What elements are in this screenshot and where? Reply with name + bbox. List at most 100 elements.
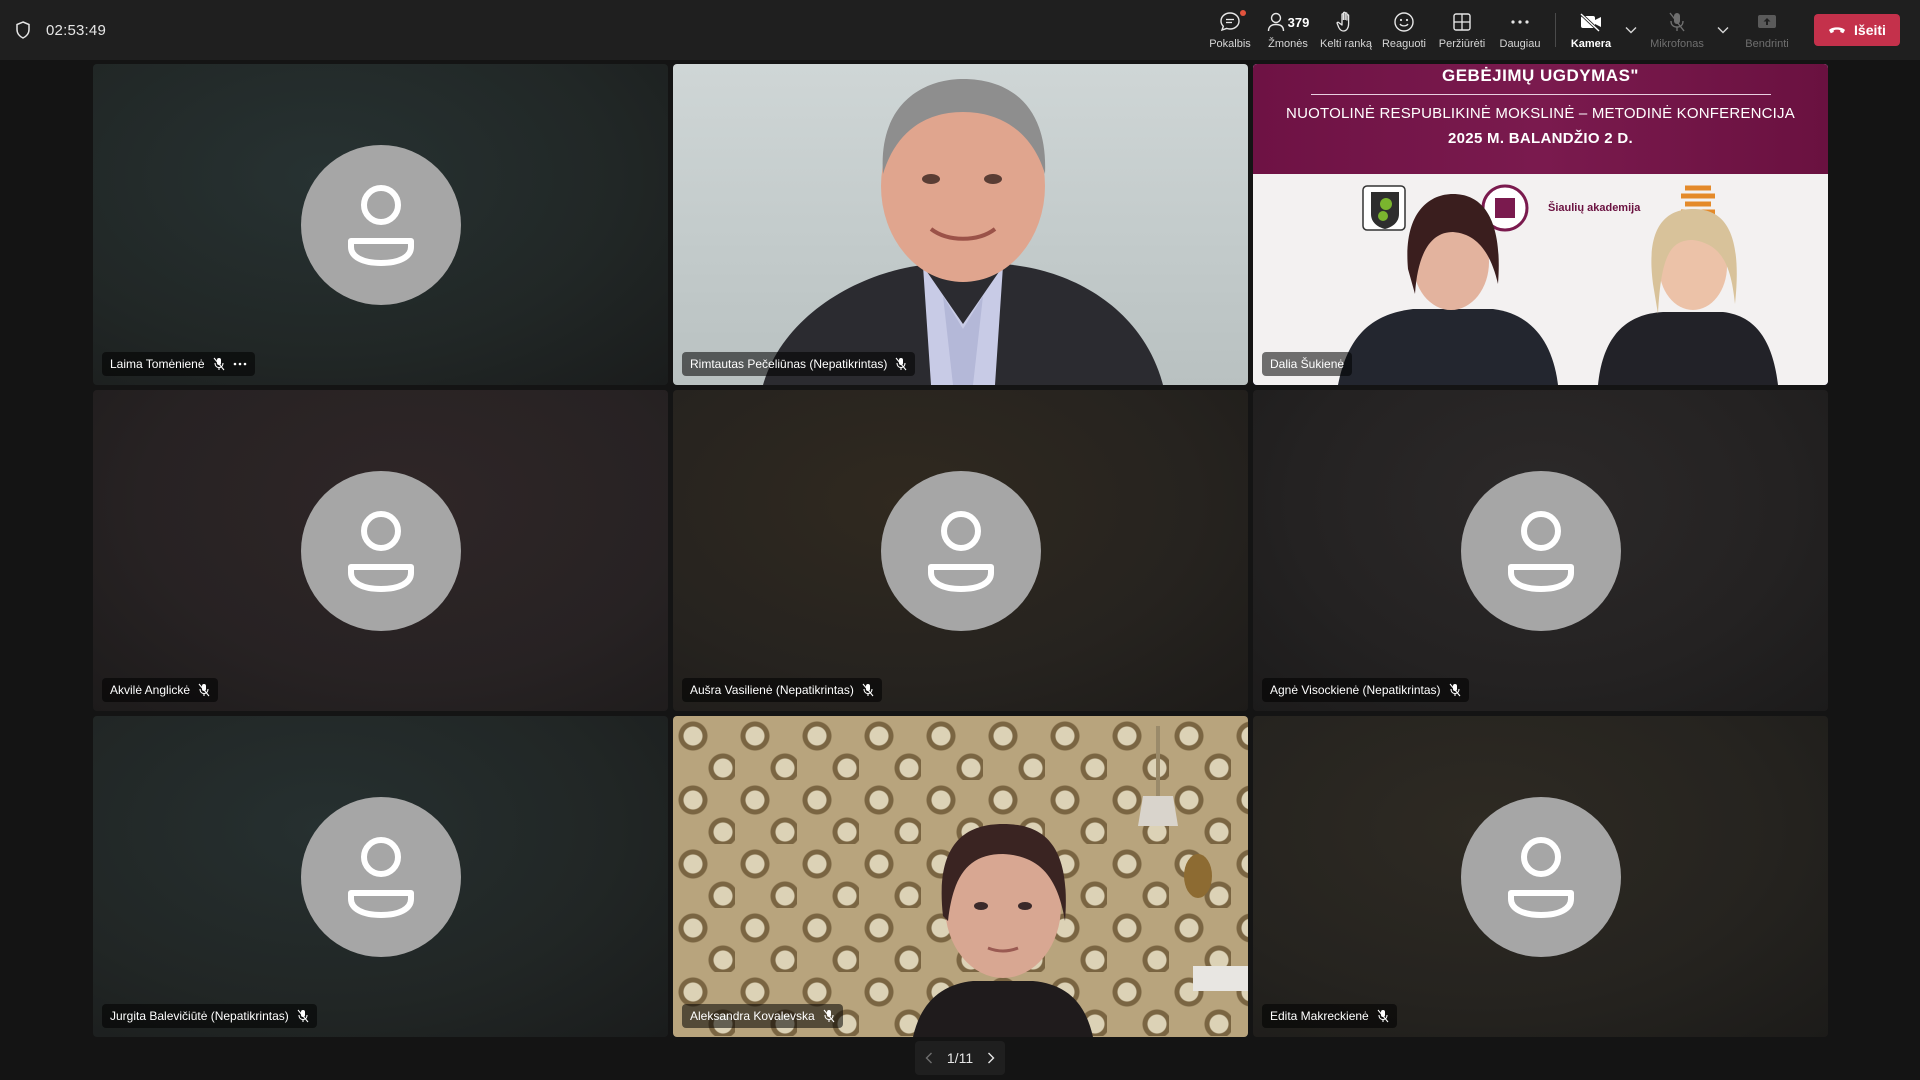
participant-tile[interactable]: Laima Tomėnienė <box>93 64 668 385</box>
person-icon <box>927 510 994 592</box>
slide-header: GEBĖJIMŲ UGDYMAS" NUOTOLINĖ RESPUBLIKINĖ… <box>1253 64 1828 174</box>
participant-tile[interactable]: Aušra Vasilienė (Nepatikrintas) <box>673 390 1248 711</box>
gallery-pager: 1/11 <box>915 1041 1005 1075</box>
share-button[interactable]: Bendrinti <box>1734 0 1800 60</box>
participant-nametag: Edita Makreckienė <box>1262 1004 1397 1028</box>
avatar <box>880 470 1041 631</box>
participant-nametag: Jurgita Balevičiūtė (Nepatikrintas) <box>102 1004 317 1028</box>
more-options-icon[interactable] <box>233 362 247 366</box>
participant-video <box>673 716 1248 1037</box>
next-page-button[interactable] <box>987 1052 995 1064</box>
chevron-right-icon <box>988 1052 995 1064</box>
mic-muted-icon <box>895 357 907 371</box>
more-button[interactable]: Daugiau <box>1491 0 1549 60</box>
slide-title: GEBĖJIMŲ UGDYMAS" <box>1442 66 1639 85</box>
slide-logo-text: Šiaulių akademija <box>1548 202 1641 214</box>
chevron-left-icon <box>925 1052 932 1064</box>
mic-options-chevron[interactable] <box>1712 0 1734 60</box>
participant-video: GEBĖJIMŲ UGDYMAS" NUOTOLINĖ RESPUBLIKINĖ… <box>1253 64 1828 385</box>
participant-tile[interactable]: Aleksandra Kovalevska <box>673 716 1248 1037</box>
camera-button[interactable]: Kamera <box>1562 0 1620 60</box>
school-logo-icon <box>1362 185 1406 231</box>
slide-date: 2025 M. BALANDŽIO 2 D. <box>1448 130 1633 147</box>
chat-icon <box>1219 10 1241 34</box>
camera-options-chevron[interactable] <box>1620 0 1642 60</box>
chevron-down-icon <box>1717 27 1729 34</box>
slide-subtitle: NUOTOLINĖ RESPUBLIKINĖ MOKSLINĖ – METODI… <box>1286 105 1795 122</box>
participant-nametag: Aleksandra Kovalevska <box>682 1004 843 1028</box>
people-label: Žmonės <box>1268 38 1308 50</box>
mic-muted-icon <box>1449 683 1461 697</box>
participant-name: Edita Makreckienė <box>1270 1009 1369 1023</box>
participant-tile[interactable]: Agnė Visockienė (Nepatikrintas) <box>1253 390 1828 711</box>
participant-nametag: Aušra Vasilienė (Nepatikrintas) <box>682 678 882 702</box>
participant-name: Rimtautas Pečeliūnas (Nepatikrintas) <box>690 357 888 371</box>
smiley-icon <box>1393 10 1415 34</box>
toolbar-controls: Pokalbis 379 Žmonės Kelti ranką Reaguoti <box>1201 0 1920 60</box>
people-count: 379 <box>1287 14 1310 30</box>
participant-tile[interactable]: Akvilė Anglickė <box>93 390 668 711</box>
people-button[interactable]: 379 Žmonės <box>1259 0 1317 60</box>
person-icon <box>1507 836 1574 918</box>
mic-muted-icon <box>823 1009 835 1023</box>
participant-name: Aušra Vasilienė (Nepatikrintas) <box>690 683 854 697</box>
avatar <box>300 796 461 957</box>
share-label: Bendrinti <box>1745 38 1789 50</box>
meeting-toolbar: 02:53:49 Pokalbis 379 Žmonės Kelti ranką <box>0 0 1920 60</box>
participant-nametag: Rimtautas Pečeliūnas (Nepatikrintas) <box>682 352 916 376</box>
person-icon <box>347 836 414 918</box>
chat-button[interactable]: Pokalbis <box>1201 0 1259 60</box>
participant-video <box>673 64 1248 385</box>
participant-tile[interactable]: Jurgita Balevičiūtė (Nepatikrintas) <box>93 716 668 1037</box>
participant-name: Akvilė Anglickė <box>110 683 191 697</box>
react-label: Reaguoti <box>1381 38 1427 50</box>
mic-label: Mikrofonas <box>1650 38 1704 50</box>
raise-hand-button[interactable]: Kelti ranką <box>1317 0 1375 60</box>
avatar <box>300 144 461 305</box>
person-icon <box>347 510 414 592</box>
person-icon <box>1507 510 1574 592</box>
chevron-down-icon <box>1625 27 1637 34</box>
more-dots-icon <box>1510 10 1530 34</box>
participant-name: Jurgita Balevičiūtė (Nepatikrintas) <box>110 1009 289 1023</box>
mic-button[interactable]: Mikrofonas <box>1642 0 1712 60</box>
mic-off-icon <box>1667 10 1687 34</box>
view-label: Peržiūrėti <box>1438 38 1486 50</box>
chat-label: Pokalbis <box>1209 38 1251 50</box>
page-indicator: 1/11 <box>946 1050 974 1066</box>
mic-muted-icon <box>198 683 210 697</box>
view-button[interactable]: Peržiūrėti <box>1433 0 1491 60</box>
mic-muted-icon <box>1377 1009 1389 1023</box>
camera-off-icon <box>1579 10 1603 34</box>
participant-tile[interactable]: GEBĖJIMŲ UGDYMAS" NUOTOLINĖ RESPUBLIKINĖ… <box>1253 64 1828 385</box>
mic-muted-icon <box>297 1009 309 1023</box>
shield-icon[interactable] <box>14 20 32 40</box>
share-icon <box>1756 10 1778 34</box>
person-icon <box>347 184 414 266</box>
participant-nametag: Agnė Visockienė (Nepatikrintas) <box>1262 678 1469 702</box>
participant-nametag: Laima Tomėnienė <box>102 352 255 376</box>
participant-name: Aleksandra Kovalevska <box>690 1009 815 1023</box>
people-icon-group: 379 <box>1267 10 1310 34</box>
people-icon <box>1267 12 1284 32</box>
participant-tile[interactable]: Edita Makreckienė <box>1253 716 1828 1037</box>
leave-label: Išeiti <box>1854 22 1886 38</box>
meeting-timer: 02:53:49 <box>46 21 106 39</box>
grid-view-icon <box>1452 10 1472 34</box>
hang-up-icon <box>1829 27 1846 34</box>
slide-divider <box>1310 94 1771 95</box>
notification-dot <box>1240 10 1246 16</box>
participant-grid: Laima Tomėnienė Rimtautas Pečeliūnas (Ne… <box>93 64 1828 1039</box>
camera-label: Kamera <box>1570 38 1612 50</box>
meeting-info: 02:53:49 <box>14 0 106 60</box>
prev-page-button[interactable] <box>925 1052 933 1064</box>
participant-tile[interactable]: Rimtautas Pečeliūnas (Nepatikrintas) <box>673 64 1248 385</box>
react-button[interactable]: Reaguoti <box>1375 0 1433 60</box>
mic-muted-icon <box>213 357 225 371</box>
participant-name: Agnė Visockienė (Nepatikrintas) <box>1270 683 1441 697</box>
leave-button[interactable]: Išeiti <box>1814 14 1900 46</box>
participant-nametag: Dalia Šukienė <box>1262 352 1353 376</box>
avatar <box>300 470 461 631</box>
participant-name: Dalia Šukienė <box>1270 357 1345 371</box>
mic-muted-icon <box>862 683 874 697</box>
